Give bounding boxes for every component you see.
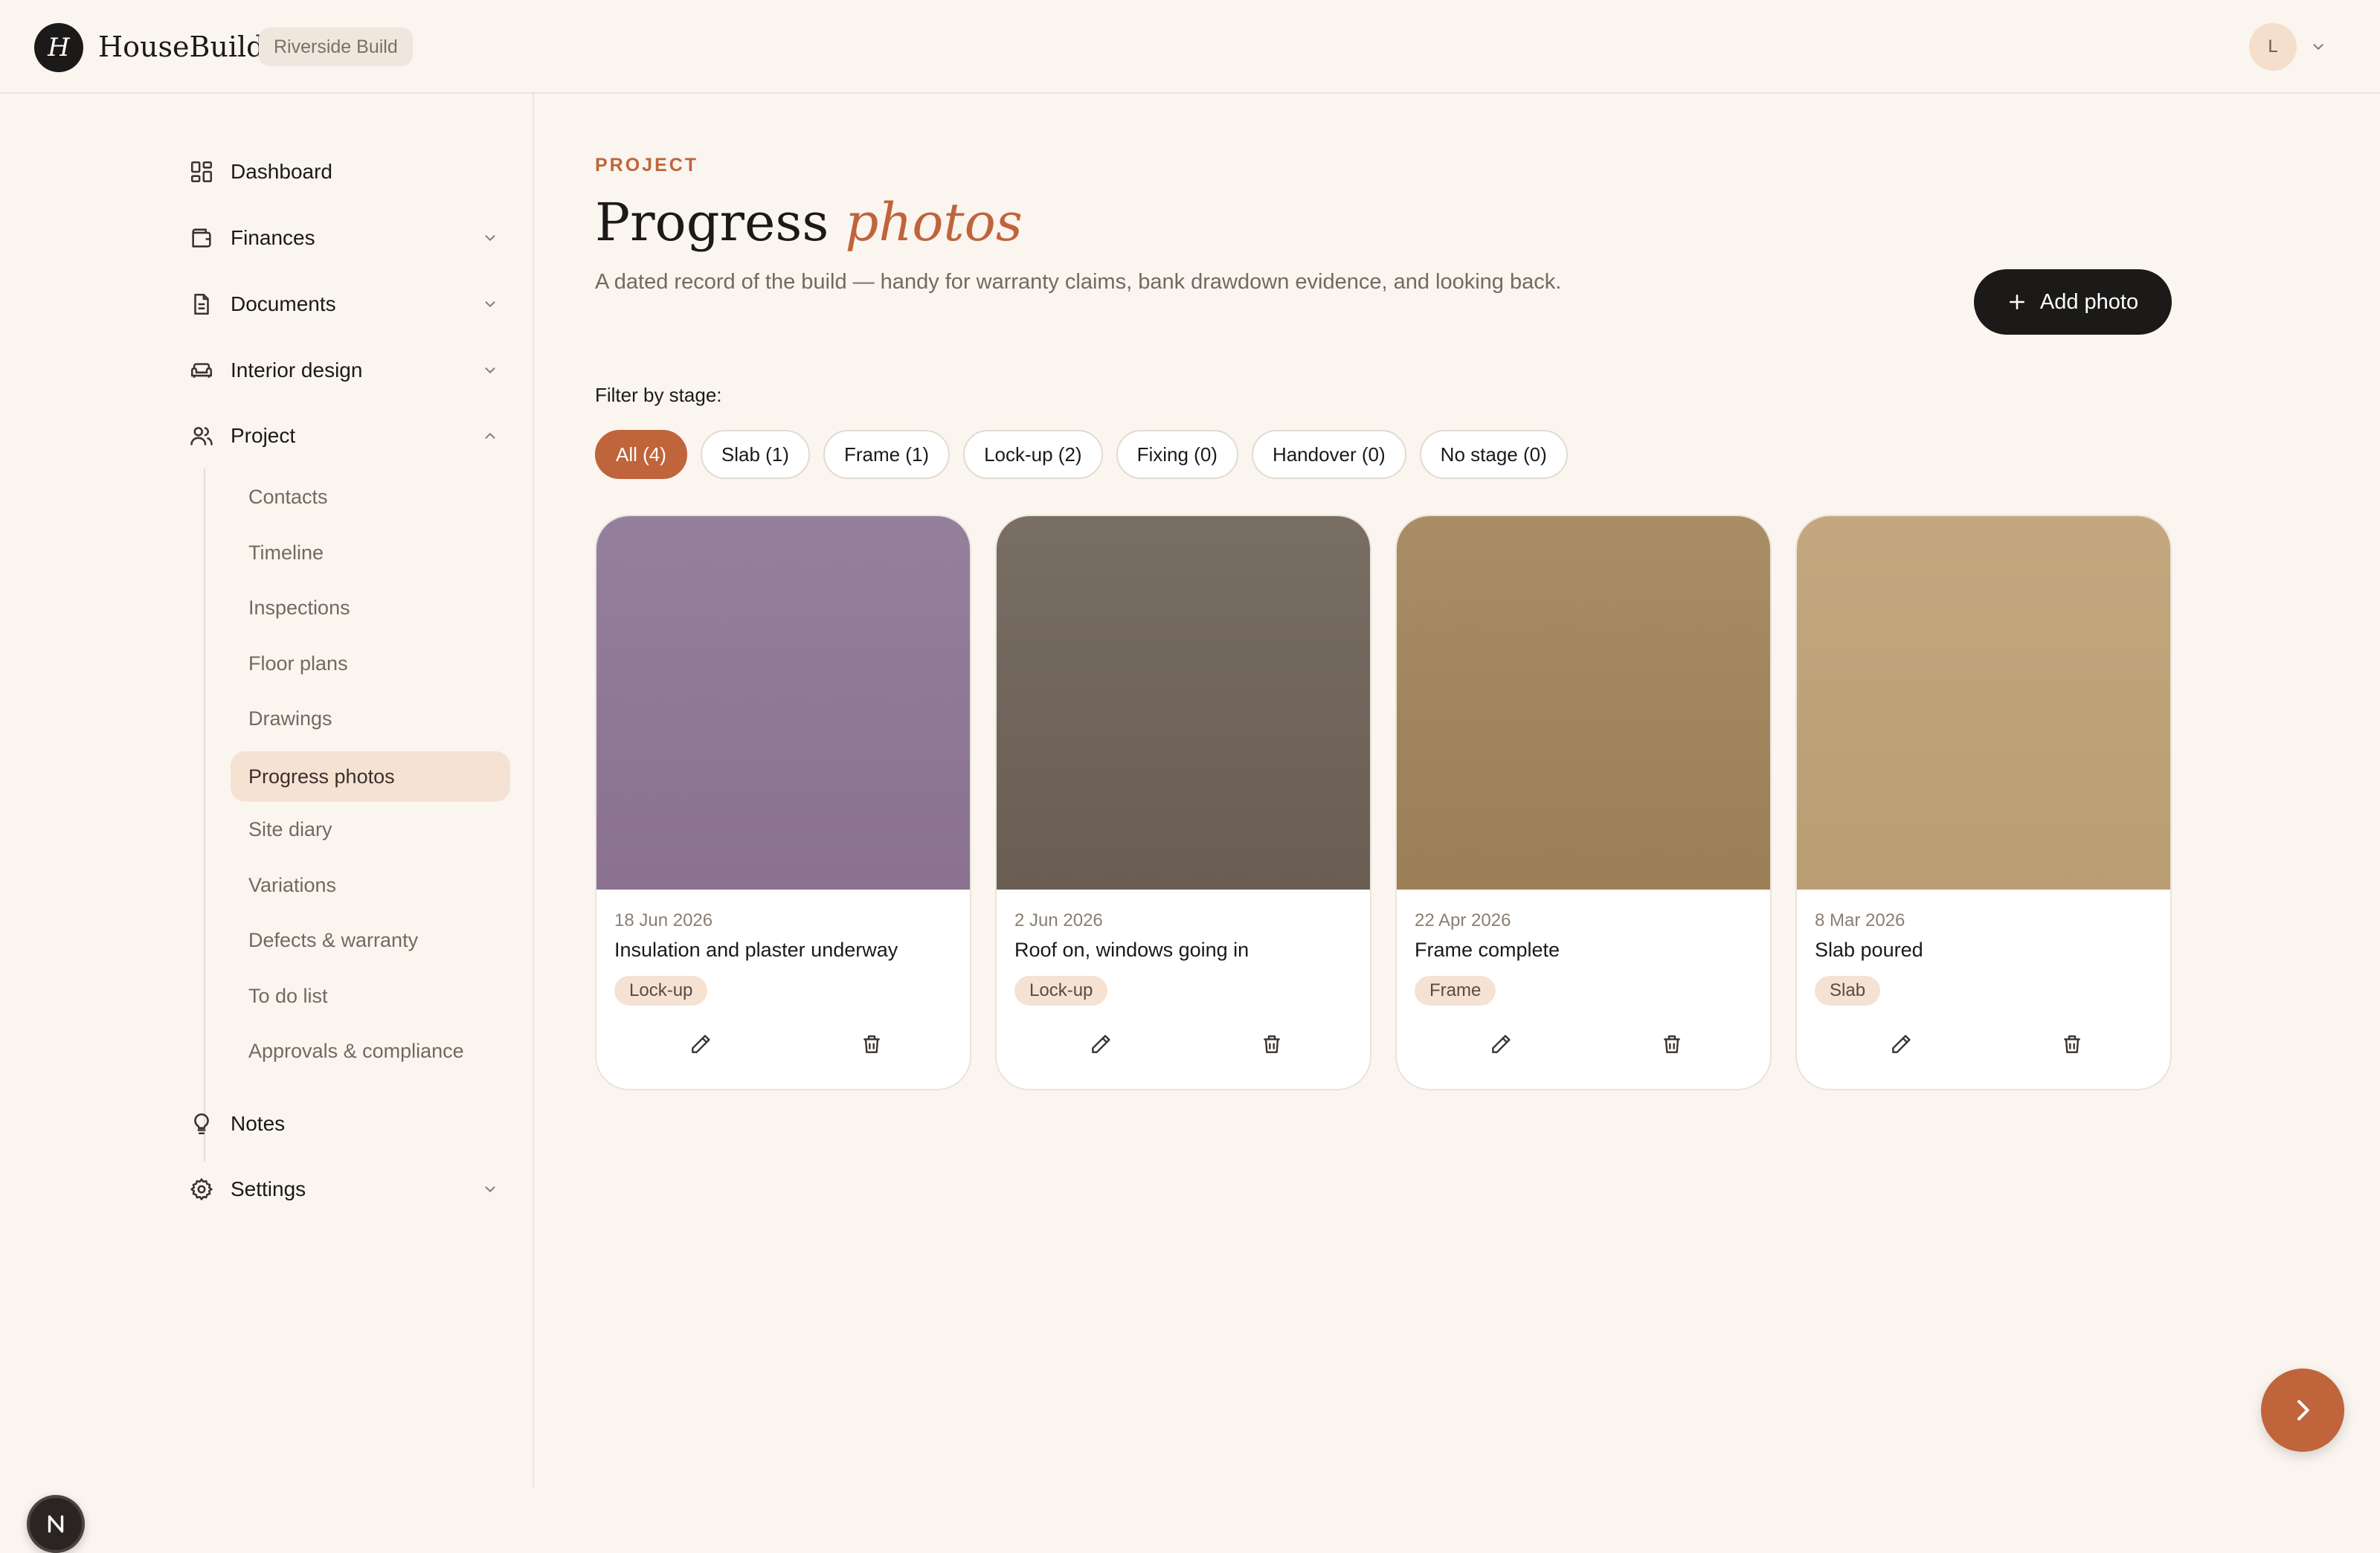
photo-caption: Roof on, windows going in: [1014, 939, 1250, 961]
page-subtitle: A dated record of the build — handy for …: [595, 270, 1562, 294]
chevron-down-icon: [485, 301, 495, 308]
page-eyebrow: PROJECT: [595, 155, 699, 176]
chevron-down-icon: [485, 235, 495, 242]
sidebar-item-label: Settings: [231, 1177, 306, 1200]
filter-label: Filter by stage:: [595, 384, 722, 406]
sidebar-subitem-floor-plans[interactable]: Floor plans: [231, 638, 510, 689]
chevron-down-icon: [485, 367, 495, 374]
photo-card[interactable]: 8 Mar 2026 Slab poured Slab: [1795, 515, 2172, 1090]
photo-card[interactable]: 18 Jun 2026 Insulation and plaster under…: [595, 515, 971, 1090]
submenu-divider: [204, 469, 205, 1162]
sidebar-item-label: Interior design: [231, 358, 363, 382]
sidebar-item-documents[interactable]: Documents: [189, 282, 498, 327]
page-title-accent: photos: [845, 192, 1023, 253]
sidebar-item-dashboard[interactable]: Dashboard: [189, 149, 498, 194]
stage-badge: Slab: [1815, 976, 1881, 1006]
pencil-icon[interactable]: [1089, 1032, 1113, 1056]
sidebar-item-settings[interactable]: Settings: [189, 1167, 498, 1212]
filter-chip-all[interactable]: All (4): [595, 430, 687, 479]
chevron-right-icon: [2297, 1400, 2309, 1421]
sidebar-subitem-drawings[interactable]: Drawings: [231, 693, 510, 744]
sidebar-item-label: Notes: [231, 1112, 286, 1135]
sidebar: Dashboard Finances Documents Interior de…: [0, 94, 534, 1553]
document-icon: [194, 293, 209, 315]
next-button[interactable]: [2261, 1369, 2344, 1452]
sidebar-item-notes[interactable]: Notes: [189, 1102, 498, 1146]
stage-badge: Frame: [1415, 976, 1496, 1006]
sidebar-item-interior-design[interactable]: Interior design: [189, 348, 498, 393]
photo-date: 8 Mar 2026: [1815, 910, 1905, 930]
stage-badge: Lock-up: [614, 976, 708, 1006]
gear-icon: [190, 1178, 213, 1200]
logo-icon[interactable]: H: [34, 23, 83, 72]
filter-chip-fixing[interactable]: Fixing (0): [1116, 430, 1238, 479]
sofa-icon: [190, 363, 213, 378]
plus-icon: [2009, 295, 2024, 309]
sidebar-item-label: Documents: [231, 292, 336, 315]
users-icon: [190, 427, 213, 446]
top-header: H HouseBuild Riverside Build L: [0, 0, 2380, 94]
sidebar-item-label: Project: [231, 424, 296, 447]
filter-chip-slab[interactable]: Slab (1): [700, 430, 810, 479]
sidebar-item-label: Dashboard: [231, 160, 332, 183]
trash-icon[interactable]: [2060, 1032, 2084, 1056]
sidebar-subitem-variations[interactable]: Variations: [231, 860, 510, 910]
page-title-main: Progress: [595, 192, 829, 253]
filter-chip-handover[interactable]: Handover (0): [1251, 430, 1406, 479]
photo-thumbnail[interactable]: [596, 516, 970, 890]
photo-date: 22 Apr 2026: [1415, 910, 1511, 930]
trash-icon[interactable]: [1260, 1032, 1284, 1056]
photo-thumbnail[interactable]: [997, 516, 1370, 890]
photo-thumbnail[interactable]: [1397, 516, 1770, 890]
sidebar-subitem-progress-photos[interactable]: Progress photos: [231, 751, 510, 802]
pencil-icon[interactable]: [1489, 1032, 1513, 1056]
page-title: Progress photos: [595, 189, 1023, 256]
chevron-up-icon: [485, 432, 495, 439]
trash-icon[interactable]: [860, 1032, 884, 1056]
sidebar-item-project[interactable]: Project: [189, 414, 498, 458]
pencil-icon[interactable]: [689, 1032, 713, 1056]
sidebar-subitem-contacts[interactable]: Contacts: [231, 472, 510, 522]
filter-chip-lock-up[interactable]: Lock-up (2): [963, 430, 1103, 479]
stage-filter-chips: All (4) Slab (1) Frame (1) Lock-up (2) F…: [595, 430, 1581, 479]
sidebar-subitem-approvals-compliance[interactable]: Approvals & compliance: [231, 1026, 510, 1076]
n-logo-icon: [48, 1515, 64, 1533]
sidebar-subitem-defects-warranty[interactable]: Defects & warranty: [231, 915, 510, 965]
chevron-down-icon: [485, 1186, 495, 1193]
sidebar-item-label: Finances: [231, 226, 315, 249]
photo-card[interactable]: 2 Jun 2026 Roof on, windows going in Loc…: [995, 515, 1371, 1090]
sidebar-item-finances[interactable]: Finances: [189, 216, 498, 260]
stage-badge: Lock-up: [1014, 976, 1108, 1006]
photo-date: 18 Jun 2026: [614, 910, 713, 930]
chevron-down-icon[interactable]: [2310, 39, 2326, 55]
sidebar-subitem-site-diary[interactable]: Site diary: [231, 804, 510, 855]
avatar[interactable]: L: [2249, 23, 2297, 71]
trash-icon[interactable]: [1660, 1032, 1684, 1056]
photo-thumbnail[interactable]: [1797, 516, 2170, 890]
grid-icon: [190, 161, 213, 183]
sidebar-subitem-timeline[interactable]: Timeline: [231, 527, 510, 578]
photo-card[interactable]: 22 Apr 2026 Frame complete Frame: [1395, 515, 1772, 1090]
photo-caption: Frame complete: [1415, 939, 1560, 961]
filter-chip-frame[interactable]: Frame (1): [823, 430, 951, 479]
lightbulb-icon: [194, 1113, 209, 1135]
sidebar-subitem-inspections[interactable]: Inspections: [231, 582, 510, 633]
add-photo-button[interactable]: Add photo: [1974, 269, 2172, 335]
photo-caption: Insulation and plaster underway: [614, 939, 898, 961]
photo-caption: Slab poured: [1815, 939, 1923, 961]
sidebar-subitem-to-do-list[interactable]: To do list: [231, 971, 510, 1021]
pencil-icon[interactable]: [1889, 1032, 1913, 1056]
devtools-button[interactable]: [27, 1495, 85, 1553]
photo-date: 2 Jun 2026: [1014, 910, 1103, 930]
brand-name[interactable]: HouseBuild: [98, 28, 265, 65]
add-photo-label: Add photo: [2039, 289, 2139, 314]
wallet-icon: [192, 228, 211, 248]
filter-chip-no-stage[interactable]: No stage (0): [1419, 430, 1568, 479]
project-selector[interactable]: Riverside Build: [259, 28, 413, 66]
